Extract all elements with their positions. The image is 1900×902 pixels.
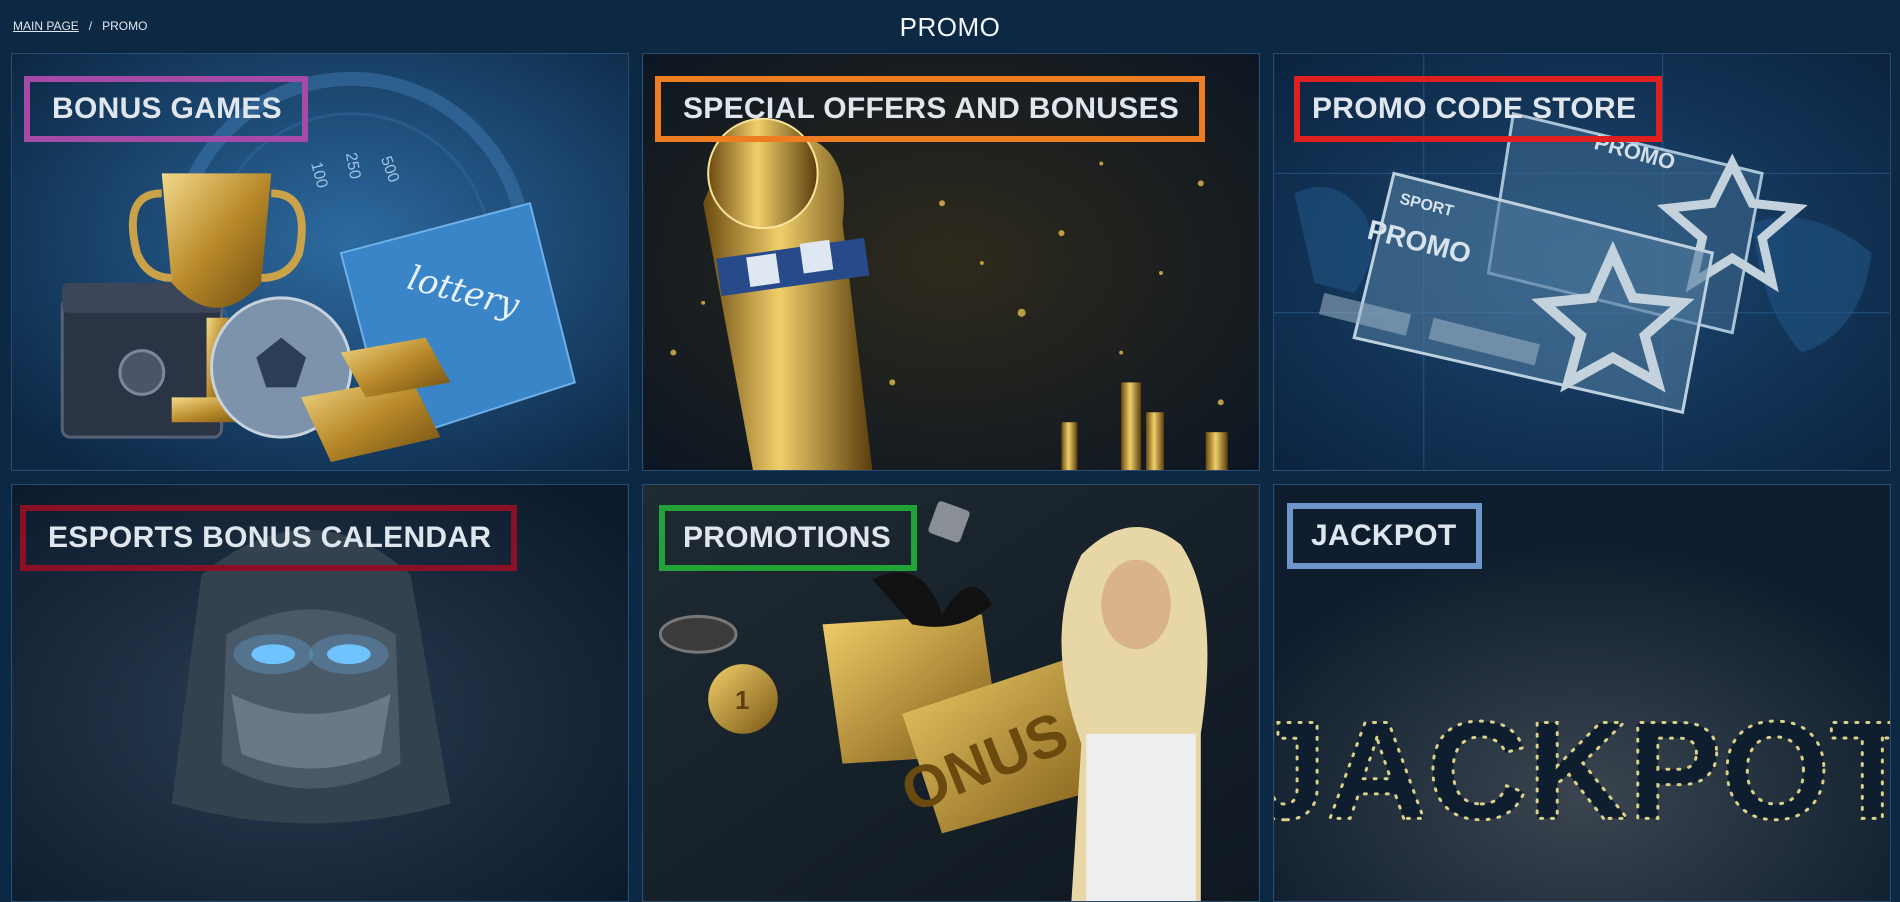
card-label: ESPORTS BONUS CALENDAR	[20, 505, 518, 571]
coin-text: 1	[735, 687, 749, 715]
page-title: PROMO	[899, 12, 1001, 42]
card-esports-bonus-calendar[interactable]: ESPORTS BONUS CALENDAR	[11, 484, 629, 902]
promo-grid: 100 250 500 lottery BONUS GAMES SPECIAL …	[11, 53, 1891, 902]
jackpot-marquee-text: JACKPOT	[1274, 692, 1890, 848]
card-label: BONUS GAMES	[24, 76, 308, 142]
card-label: PROMO CODE STORE	[1294, 76, 1663, 142]
card-promotions[interactable]: 1 ONUS PROMOTIONS	[642, 484, 1260, 902]
card-label: JACKPOT	[1287, 503, 1483, 569]
card-label: PROMOTIONS	[659, 505, 918, 571]
card-bonus-games[interactable]: 100 250 500 lottery BONUS GAMES	[11, 53, 629, 471]
header: MAIN PAGE / PROMO PROMO	[0, 0, 1900, 52]
card-special-offers[interactable]: SPECIAL OFFERS AND BONUSES	[642, 53, 1260, 471]
card-label: SPECIAL OFFERS AND BONUSES	[655, 76, 1206, 142]
card-promo-code-store[interactable]: PROMO SPORT PROMO PROMO CODE STORE	[1273, 53, 1891, 471]
card-jackpot[interactable]: JACKPOT JACKPOT	[1273, 484, 1891, 902]
